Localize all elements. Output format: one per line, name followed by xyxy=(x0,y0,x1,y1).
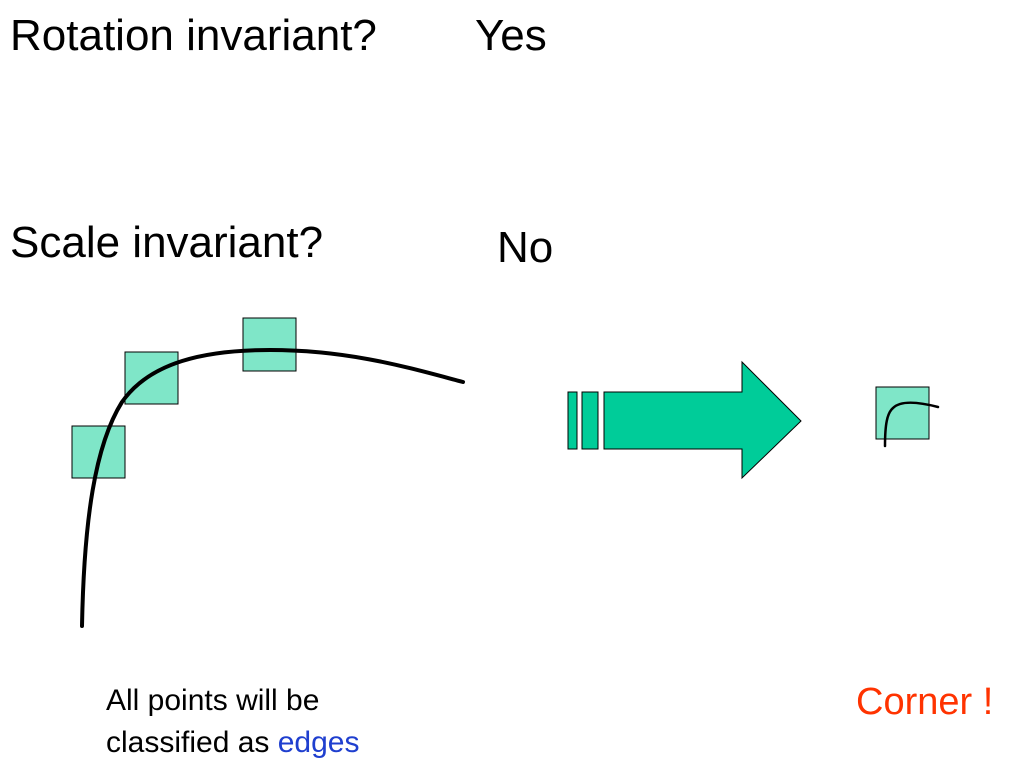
arrow-stripe-1 xyxy=(567,391,578,450)
window-top xyxy=(242,317,297,372)
corner-label: Corner ! xyxy=(856,681,994,723)
window-small xyxy=(875,386,930,440)
scale-diagram xyxy=(71,317,940,628)
window-middle xyxy=(124,351,179,405)
right-arrow-icon xyxy=(603,360,802,480)
edges-caption: All points will be classified as edges xyxy=(106,680,360,764)
caption-line-1: All points will be xyxy=(106,684,320,717)
caption-line-2: classified as edges xyxy=(106,722,360,764)
caption-prefix: classified as xyxy=(106,726,278,759)
edges-label: edges xyxy=(277,726,360,759)
arrow-stripe-2 xyxy=(581,391,599,450)
